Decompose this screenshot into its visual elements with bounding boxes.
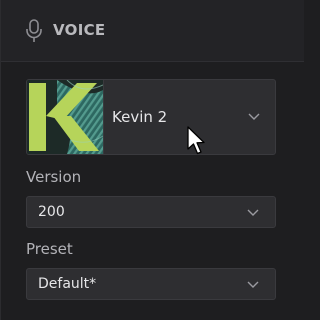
version-select[interactable]: 200 — [26, 196, 276, 228]
voice-thumbnail — [27, 80, 104, 154]
voice-panel: VOICE Kevin 2 Version 200 Preset Default… — [0, 0, 304, 320]
version-label: Version — [26, 168, 82, 186]
microphone-icon — [26, 19, 42, 42]
voice-selector[interactable]: Kevin 2 — [26, 79, 276, 155]
chevron-down-icon — [247, 209, 259, 216]
panel-header: VOICE — [1, 0, 304, 62]
preset-label: Preset — [26, 240, 73, 258]
k-letter-logo — [27, 80, 103, 154]
preset-value: Default* — [38, 276, 97, 292]
preset-select[interactable]: Default* — [26, 268, 276, 300]
chevron-down-icon — [248, 113, 260, 120]
version-value: 200 — [38, 204, 65, 220]
panel-title: VOICE — [53, 21, 106, 39]
voice-name: Kevin 2 — [112, 108, 168, 126]
chevron-down-icon — [247, 281, 259, 288]
